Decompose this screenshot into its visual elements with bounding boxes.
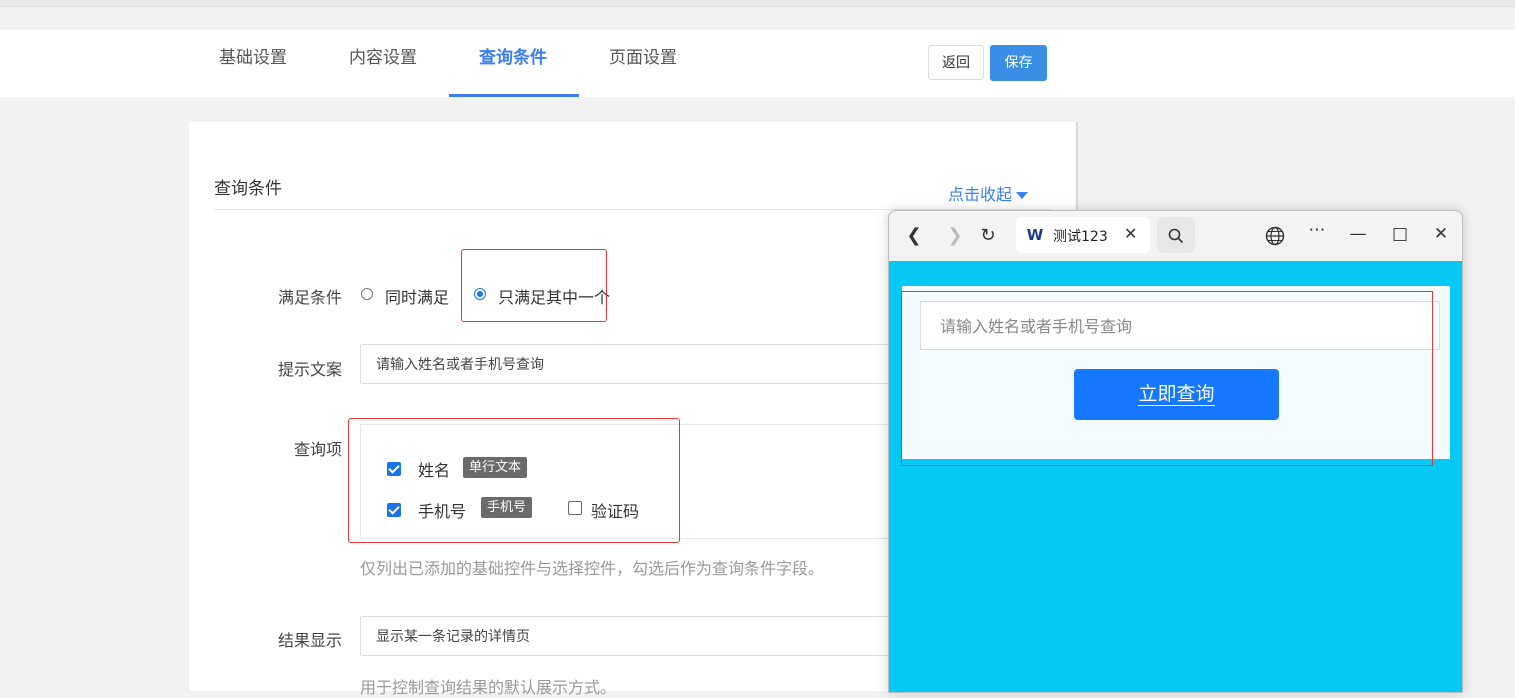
tab-basic-settings[interactable]: 基础设置 bbox=[219, 44, 287, 96]
radio-all[interactable] bbox=[361, 288, 373, 300]
site-logo-icon: W bbox=[1026, 226, 1044, 244]
browser-toolbar: ❮ ❯ ↻ W 测试123 ✕ ⋯ — □ ✕ bbox=[889, 211, 1462, 261]
highlight-query-items bbox=[348, 418, 680, 543]
query-items-hint: 仅列出已添加的基础控件与选择控件，勾选后作为查询条件字段。 bbox=[360, 559, 825, 578]
browser-tab-title: 测试123 bbox=[1053, 229, 1108, 245]
back-arrow-icon[interactable]: ❮ bbox=[903, 225, 925, 246]
tab-page-settings[interactable]: 页面设置 bbox=[609, 44, 677, 96]
result-hint: 用于控制查询结果的默认展示方式。 bbox=[360, 678, 617, 697]
forward-arrow-icon[interactable]: ❯ bbox=[944, 225, 966, 246]
tab-bar: 基础设置 内容设置 查询条件 页面设置 bbox=[0, 30, 1515, 97]
active-tab-underline bbox=[449, 94, 579, 97]
close-tab-icon[interactable]: ✕ bbox=[1124, 224, 1137, 243]
section-title: 查询条件 bbox=[214, 179, 282, 199]
tab-query-conditions[interactable]: 查询条件 bbox=[479, 44, 547, 96]
search-icon bbox=[1168, 228, 1184, 243]
query-items-label: 查询项 bbox=[293, 440, 342, 459]
caret-down-icon bbox=[1016, 192, 1029, 199]
collapse-link[interactable]: 点击收起 bbox=[948, 181, 1029, 205]
tab-content-settings[interactable]: 内容设置 bbox=[349, 44, 417, 96]
highlight-condition bbox=[461, 249, 607, 322]
globe-icon[interactable] bbox=[1263, 224, 1287, 251]
minimize-icon[interactable]: — bbox=[1346, 224, 1370, 244]
result-label: 结果显示 bbox=[277, 631, 342, 650]
condition-label: 满足条件 bbox=[277, 288, 342, 307]
maximize-icon[interactable]: □ bbox=[1388, 224, 1412, 244]
back-button[interactable]: 返回 bbox=[928, 45, 984, 80]
save-button[interactable]: 保存 bbox=[990, 45, 1047, 81]
more-options-icon[interactable]: ⋯ bbox=[1305, 220, 1329, 240]
browser-tab[interactable]: W 测试123 ✕ bbox=[1016, 217, 1150, 253]
refresh-icon[interactable]: ↻ bbox=[977, 225, 999, 246]
collapse-label: 点击收起 bbox=[948, 185, 1013, 204]
top-strip bbox=[0, 0, 1515, 7]
browser-search-button[interactable] bbox=[1157, 217, 1195, 253]
highlight-preview bbox=[901, 291, 1433, 466]
radio-all-label[interactable]: 同时满足 bbox=[385, 284, 449, 308]
preview-browser-window: ❮ ❯ ↻ W 测试123 ✕ ⋯ — □ ✕ 请输入姓名或者手机号查询 立即查… bbox=[888, 210, 1463, 693]
close-window-icon[interactable]: ✕ bbox=[1429, 224, 1453, 244]
prompt-label: 提示文案 bbox=[277, 360, 342, 379]
